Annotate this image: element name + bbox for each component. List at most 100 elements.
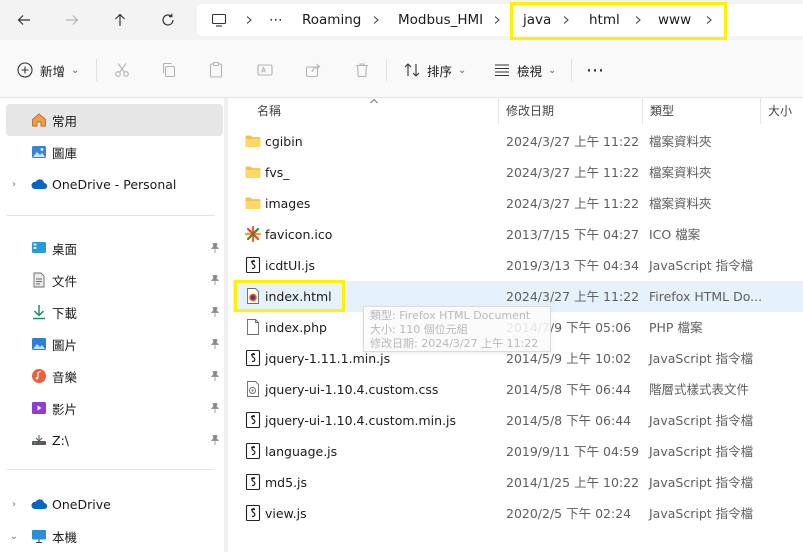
file-row[interactable]: language.js 2019/9/11 下午 04:59 JavaScript … <box>233 436 803 467</box>
column-header-row: 名稱 修改日期 類型 大小 <box>228 98 803 124</box>
column-header-name[interactable]: 名稱 <box>257 98 281 124</box>
column-resize-handle[interactable] <box>642 98 643 124</box>
file-type: PHP 檔案 <box>649 320 703 335</box>
nav-item-desktop[interactable]: 桌面 <box>6 232 223 264</box>
pin-icon[interactable] <box>209 306 221 318</box>
rename-button[interactable] <box>256 58 274 82</box>
crumb-html[interactable]: html <box>589 4 620 36</box>
paste-button[interactable] <box>207 58 225 82</box>
tooltip-modified: 修改日期: 2024/3/27 上午 11:22 <box>370 337 539 350</box>
pin-icon[interactable] <box>209 370 221 382</box>
nav-item-label: 文件 <box>52 273 78 289</box>
pin-icon[interactable] <box>209 338 221 350</box>
sort-button-label: 排序 <box>427 63 453 79</box>
path-overflow[interactable]: ⋯ <box>269 4 284 36</box>
chevron-right-icon[interactable] <box>492 4 502 36</box>
nav-item-documents[interactable]: 文件 <box>6 264 223 296</box>
file-row[interactable]: cgibin 2024/3/27 上午 11:22 檔案資料夾 <box>233 126 803 157</box>
nav-item-pictures[interactable]: 圖片 <box>6 328 223 360</box>
file-modified-date: 2014/1/25 上午 10:22 <box>506 475 640 490</box>
file-type: JavaScript 指令檔 <box>649 351 754 366</box>
crumb-www[interactable]: www <box>658 4 691 36</box>
file-name: images <box>265 196 311 211</box>
up-button[interactable] <box>108 8 132 32</box>
clipboard-icon <box>209 61 223 78</box>
share-icon <box>305 63 321 78</box>
file-type: JavaScript 指令檔 <box>649 413 754 428</box>
file-name: icdtUI.js <box>265 258 315 273</box>
nav-item-onedrive[interactable]: › OneDrive <box>6 488 223 520</box>
file-row[interactable]: fvs_ 2024/3/27 上午 11:22 檔案資料夾 <box>233 157 803 188</box>
file-modified-date: 2020/2/5 下午 02:24 <box>506 506 632 521</box>
more-options-button[interactable]: ⋯ <box>586 58 605 82</box>
chevron-down-icon: ⌄ <box>458 64 467 76</box>
nav-item-gallery[interactable]: 圖庫 <box>6 136 223 168</box>
chevron-down-icon: ⌄ <box>71 64 80 76</box>
nav-item-videos[interactable]: 影片 <box>6 392 223 424</box>
nav-item-home[interactable]: 常用 <box>6 104 223 136</box>
copy-button[interactable] <box>160 58 178 82</box>
chevron-right-icon[interactable] <box>633 4 643 36</box>
cut-button[interactable] <box>113 58 131 82</box>
file-type: Firefox HTML Do... <box>649 289 763 304</box>
js-file-icon <box>244 504 262 522</box>
pin-icon[interactable] <box>209 434 221 446</box>
file-name: jquery-ui-1.10.4.custom.css <box>265 382 439 397</box>
nav-item-music[interactable]: 音樂 <box>6 360 223 392</box>
file-row[interactable]: jquery-ui-1.10.4.custom.min.js 2014/5/8 下… <box>233 405 803 436</box>
video-icon <box>30 399 48 417</box>
pin-icon[interactable] <box>209 274 221 286</box>
js-file-icon <box>244 411 262 429</box>
chevron-right-icon[interactable] <box>704 4 714 36</box>
rename-icon <box>257 64 273 76</box>
nav-item-label: 圖片 <box>52 337 78 353</box>
chevron-right-icon[interactable] <box>244 4 254 36</box>
chevron-down-icon[interactable]: ⌄ <box>8 531 20 542</box>
file-row[interactable]: view.js 2020/2/5 下午 02:24 JavaScript 指令檔 <box>233 498 803 529</box>
share-button[interactable] <box>304 58 322 82</box>
new-button[interactable]: 新增 ⌄ <box>16 58 79 82</box>
refresh-button[interactable] <box>156 8 180 32</box>
chevron-right-icon[interactable]: › <box>8 499 20 510</box>
tooltip-type: 類型: Firefox HTML Document <box>370 309 531 322</box>
file-type: JavaScript 指令檔 <box>649 506 754 521</box>
view-button[interactable]: 檢視 ⌄ <box>493 58 556 82</box>
crumb-java[interactable]: java <box>523 4 551 36</box>
file-row[interactable]: jquery-ui-1.10.4.custom.css 2014/5/8 下午 0… <box>233 374 803 405</box>
crumb-roaming[interactable]: Roaming <box>302 4 361 36</box>
file-row[interactable]: favicon.ico 2013/7/15 下午 04:27 ICO 檔案 <box>233 219 803 250</box>
file-row[interactable]: icdtUI.js 2019/3/13 下午 04:34 JavaScript 指令… <box>233 250 803 281</box>
document-icon <box>30 271 48 289</box>
column-header-type[interactable]: 類型 <box>650 98 674 124</box>
chevron-right-icon[interactable] <box>371 4 381 36</box>
nav-item-onedrive-personal[interactable]: › OneDrive - Personal <box>6 168 223 200</box>
crumb-modbus-hmi[interactable]: Modbus_HMI <box>398 4 483 36</box>
nav-item-this-pc[interactable]: ⌄ 本機 <box>6 520 223 552</box>
js-file-icon <box>244 473 262 491</box>
nav-item-label: 本機 <box>52 529 78 545</box>
delete-button[interactable] <box>353 58 371 82</box>
chevron-right-icon[interactable] <box>561 4 571 36</box>
chevron-right-icon[interactable]: › <box>8 179 20 190</box>
forward-button[interactable] <box>60 8 84 32</box>
new-button-label: 新增 <box>40 63 66 79</box>
file-row[interactable]: md5.js 2014/1/25 上午 10:22 JavaScript 指令檔 <box>233 467 803 498</box>
column-header-date[interactable]: 修改日期 <box>506 98 554 124</box>
pin-icon[interactable] <box>209 242 221 254</box>
download-icon <box>30 303 48 321</box>
address-path[interactable]: ⋯ Roaming Modbus_HMI java html www <box>197 4 803 36</box>
file-row[interactable]: images 2024/3/27 上午 11:22 檔案資料夾 <box>233 188 803 219</box>
nav-item-network-drive-z[interactable]: Z:\ <box>6 424 223 456</box>
sort-button[interactable]: 排序 ⌄ <box>403 58 466 82</box>
column-resize-handle[interactable] <box>498 98 499 124</box>
nav-item-downloads[interactable]: 下載 <box>6 296 223 328</box>
back-button[interactable] <box>12 8 36 32</box>
file-modified-date: 2013/7/15 下午 04:27 <box>506 227 640 242</box>
column-header-size[interactable]: 大小 <box>768 98 792 124</box>
gallery-icon <box>30 143 48 161</box>
arrow-up-icon <box>115 13 125 26</box>
cloud-icon <box>30 495 48 513</box>
column-resize-handle[interactable] <box>760 98 761 124</box>
pin-icon[interactable] <box>209 402 221 414</box>
this-pc-crumb[interactable] <box>207 8 231 32</box>
